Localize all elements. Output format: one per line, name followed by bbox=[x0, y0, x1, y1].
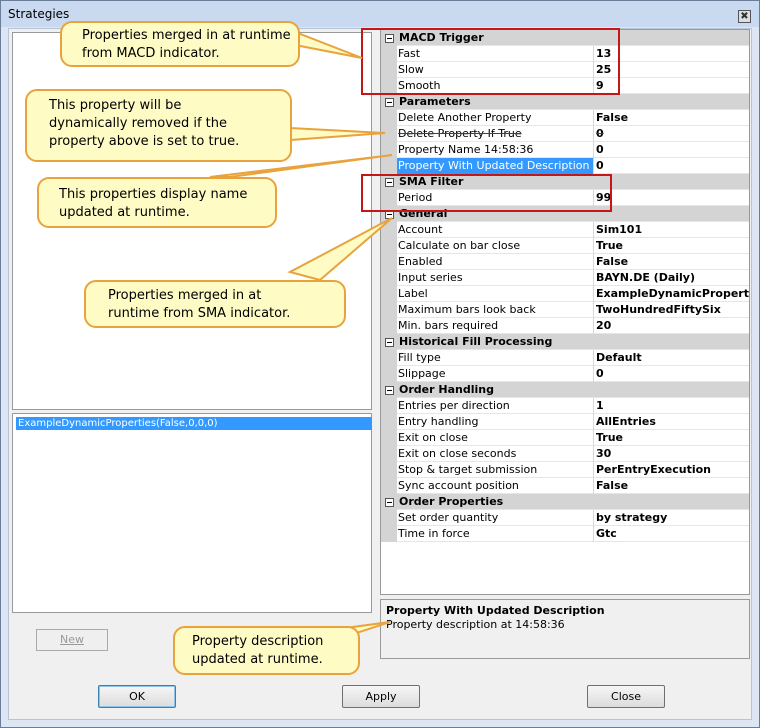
callout-sma: Properties merged in at runtime from SMA… bbox=[84, 280, 346, 328]
callout-removed-property: This property will be dynamically remove… bbox=[25, 89, 292, 162]
callout-macd: Properties merged in at runtime from MAC… bbox=[60, 21, 300, 67]
callout-description: Property description updated at runtime. bbox=[173, 626, 360, 675]
callout-display-name: This properties display name updated at … bbox=[37, 177, 277, 228]
